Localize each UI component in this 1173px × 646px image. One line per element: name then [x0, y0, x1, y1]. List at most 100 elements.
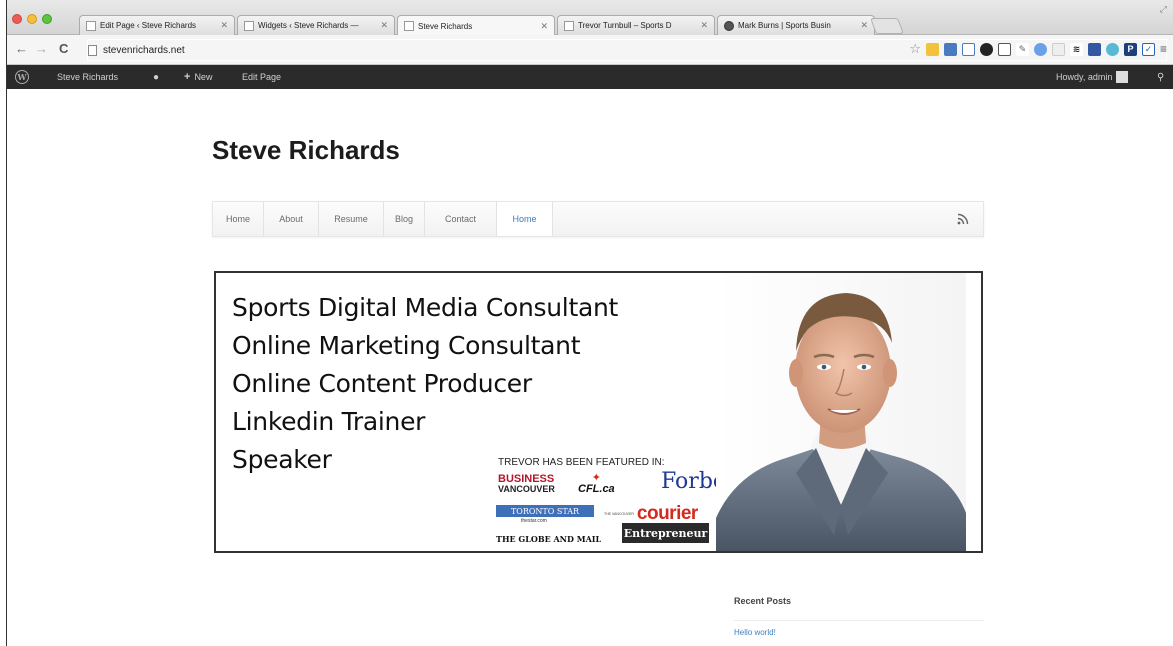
page-icon — [244, 20, 254, 31]
logo-text: TORONTO STAR — [510, 506, 580, 516]
edit-page-label: Edit Page — [242, 72, 282, 82]
layers-icon[interactable]: ≋ — [1069, 42, 1083, 56]
site-name-link[interactable]: Steve Richards — [57, 65, 118, 89]
business-vancouver-logo: BUSINESS VANCOUVER — [498, 473, 555, 495]
wordpress-logo-button[interactable]: W — [15, 65, 29, 89]
page-icon — [564, 20, 574, 31]
forward-arrow-icon[interactable]: → — [35, 42, 48, 56]
new-content-button[interactable]: + New — [184, 65, 212, 89]
howdy-label: Howdy, admin — [1056, 72, 1113, 82]
logo-text: THE VANCOUVER — [604, 512, 634, 516]
extension-toolbar: ☆ ✎ ≋ P ✓ ≡ — [909, 41, 1167, 57]
logo-text: THE GLOBE AND MAIL — [496, 534, 602, 544]
tab-strip: Edit Page ‹ Steve Richards ✕ Widgets ‹ S… — [7, 0, 1173, 36]
thestar-url: thestar.com — [521, 518, 547, 524]
logo-text: BUSINESS — [498, 473, 555, 485]
edit-page-link[interactable]: Edit Page — [242, 65, 281, 89]
logo-text: CFL.ca — [578, 483, 615, 495]
extension-icon[interactable] — [925, 42, 939, 56]
fullscreen-icon[interactable]: ⤢ — [1160, 4, 1167, 15]
close-icon[interactable]: ✕ — [700, 20, 708, 31]
toronto-star-logo: TORONTO STAR — [496, 505, 594, 517]
extension-icon[interactable] — [979, 42, 993, 56]
featured-heading: TREVOR HAS BEEN FEATURED IN: — [498, 457, 665, 468]
close-icon[interactable]: ✕ — [220, 20, 228, 31]
tab-mark-burns[interactable]: Mark Burns | Sports Busin ✕ — [717, 15, 875, 35]
tab-label: Edit Page ‹ Steve Richards — [100, 21, 197, 30]
my-account-menu[interactable]: Howdy, admin — [1056, 65, 1129, 89]
minimize-window-button[interactable] — [27, 14, 37, 24]
avatar — [1116, 71, 1129, 83]
close-window-button[interactable] — [12, 14, 22, 24]
nav-item-about[interactable]: About — [264, 202, 319, 236]
browser-toolbar: ← → C stevenrichards.net ☆ ✎ ≋ P ✓ ≡ — [7, 35, 1173, 65]
comments-button[interactable]: ● — [153, 65, 159, 89]
back-arrow-icon[interactable]: ← — [15, 42, 28, 56]
checkbox-icon[interactable]: ✓ — [1141, 42, 1155, 56]
recent-post-link[interactable]: Hello world! — [734, 628, 776, 637]
hero-banner-image: Sports Digital Media Consultant Online M… — [214, 271, 983, 553]
role-line: Linkedin Trainer — [232, 407, 426, 436]
page-icon — [86, 20, 96, 31]
extension-icon[interactable] — [1105, 42, 1119, 56]
wordpress-icon: W — [15, 70, 29, 84]
recent-posts-heading: Recent Posts — [734, 596, 792, 606]
tab-label: Trevor Turnbull – Sports D — [578, 21, 672, 30]
zoom-window-button[interactable] — [42, 14, 52, 24]
tab-label: Widgets ‹ Steve Richards — — [258, 21, 359, 30]
logo-text: thestar.com — [521, 518, 547, 524]
extension-icon[interactable] — [1033, 42, 1047, 56]
tab-label: Mark Burns | Sports Busin — [738, 21, 831, 30]
site-title[interactable]: Steve Richards — [212, 135, 400, 166]
wp-admin-bar: W Steve Richards ● + New Edit Page Howdy… — [7, 65, 1173, 89]
bookmark-star-icon[interactable]: ☆ — [909, 41, 921, 57]
logo-text: courier — [636, 503, 698, 524]
page-icon — [88, 44, 97, 56]
role-line: Speaker — [232, 445, 332, 474]
nav-item-contact[interactable]: Contact — [425, 202, 497, 236]
nav-item-resume[interactable]: Resume — [319, 202, 384, 236]
extension-icon[interactable] — [997, 42, 1011, 56]
extension-icon[interactable] — [1051, 42, 1065, 56]
main-nav: Home About Resume Blog Contact Home — [212, 201, 984, 237]
entrepreneur-logo: Entrepreneur — [622, 523, 709, 543]
page-icon — [404, 21, 414, 31]
nav-item-home-current[interactable]: Home — [497, 202, 553, 236]
logo-text: VANCOUVER — [498, 484, 555, 494]
window-controls — [12, 14, 52, 24]
plus-icon: + — [184, 71, 191, 83]
admin-search-button[interactable]: ⚲ — [1157, 65, 1164, 89]
close-icon[interactable]: ✕ — [380, 20, 388, 31]
tab-steve-richards[interactable]: Steve Richards ✕ — [397, 15, 555, 36]
role-line: Online Content Producer — [232, 369, 532, 398]
extension-icon[interactable] — [1087, 42, 1101, 56]
maple-leaf-icon: ✦ — [591, 472, 601, 484]
browser-window: Edit Page ‹ Steve Richards ✕ Widgets ‹ S… — [6, 0, 1173, 646]
tab-label: Steve Richards — [418, 21, 473, 31]
nav-item-home[interactable]: Home — [213, 202, 264, 236]
reload-icon[interactable]: C — [59, 42, 68, 56]
courier-logo: THE VANCOUVER courier — [604, 503, 698, 524]
new-tab-button[interactable] — [870, 18, 904, 34]
rss-icon[interactable] — [957, 213, 969, 225]
pen-icon[interactable]: ✎ — [1015, 42, 1029, 56]
cfl-logo: ✦ CFL.ca — [578, 472, 615, 496]
nav-item-blog[interactable]: Blog — [384, 202, 425, 236]
tab-trevor-turnbull[interactable]: Trevor Turnbull – Sports D ✕ — [557, 15, 715, 35]
comment-bubble-icon: ● — [153, 71, 160, 83]
extension-icon[interactable] — [961, 42, 975, 56]
divider — [734, 620, 984, 621]
person-icon — [724, 20, 734, 31]
role-line: Online Marketing Consultant — [232, 331, 581, 360]
role-line: Sports Digital Media Consultant — [232, 293, 619, 322]
globe-and-mail-logo: THE GLOBE AND MAIL — [496, 534, 601, 544]
url-text: stevenrichards.net — [103, 44, 185, 56]
extension-icon[interactable] — [943, 42, 957, 56]
tab-edit-page[interactable]: Edit Page ‹ Steve Richards ✕ — [79, 15, 235, 35]
close-icon[interactable]: ✕ — [540, 21, 548, 32]
tab-widgets[interactable]: Widgets ‹ Steve Richards — ✕ — [237, 15, 395, 35]
new-label: New — [194, 72, 213, 82]
extension-icon[interactable]: P — [1123, 42, 1137, 56]
close-icon[interactable]: ✕ — [860, 20, 868, 31]
menu-icon[interactable]: ≡ — [1160, 42, 1167, 56]
